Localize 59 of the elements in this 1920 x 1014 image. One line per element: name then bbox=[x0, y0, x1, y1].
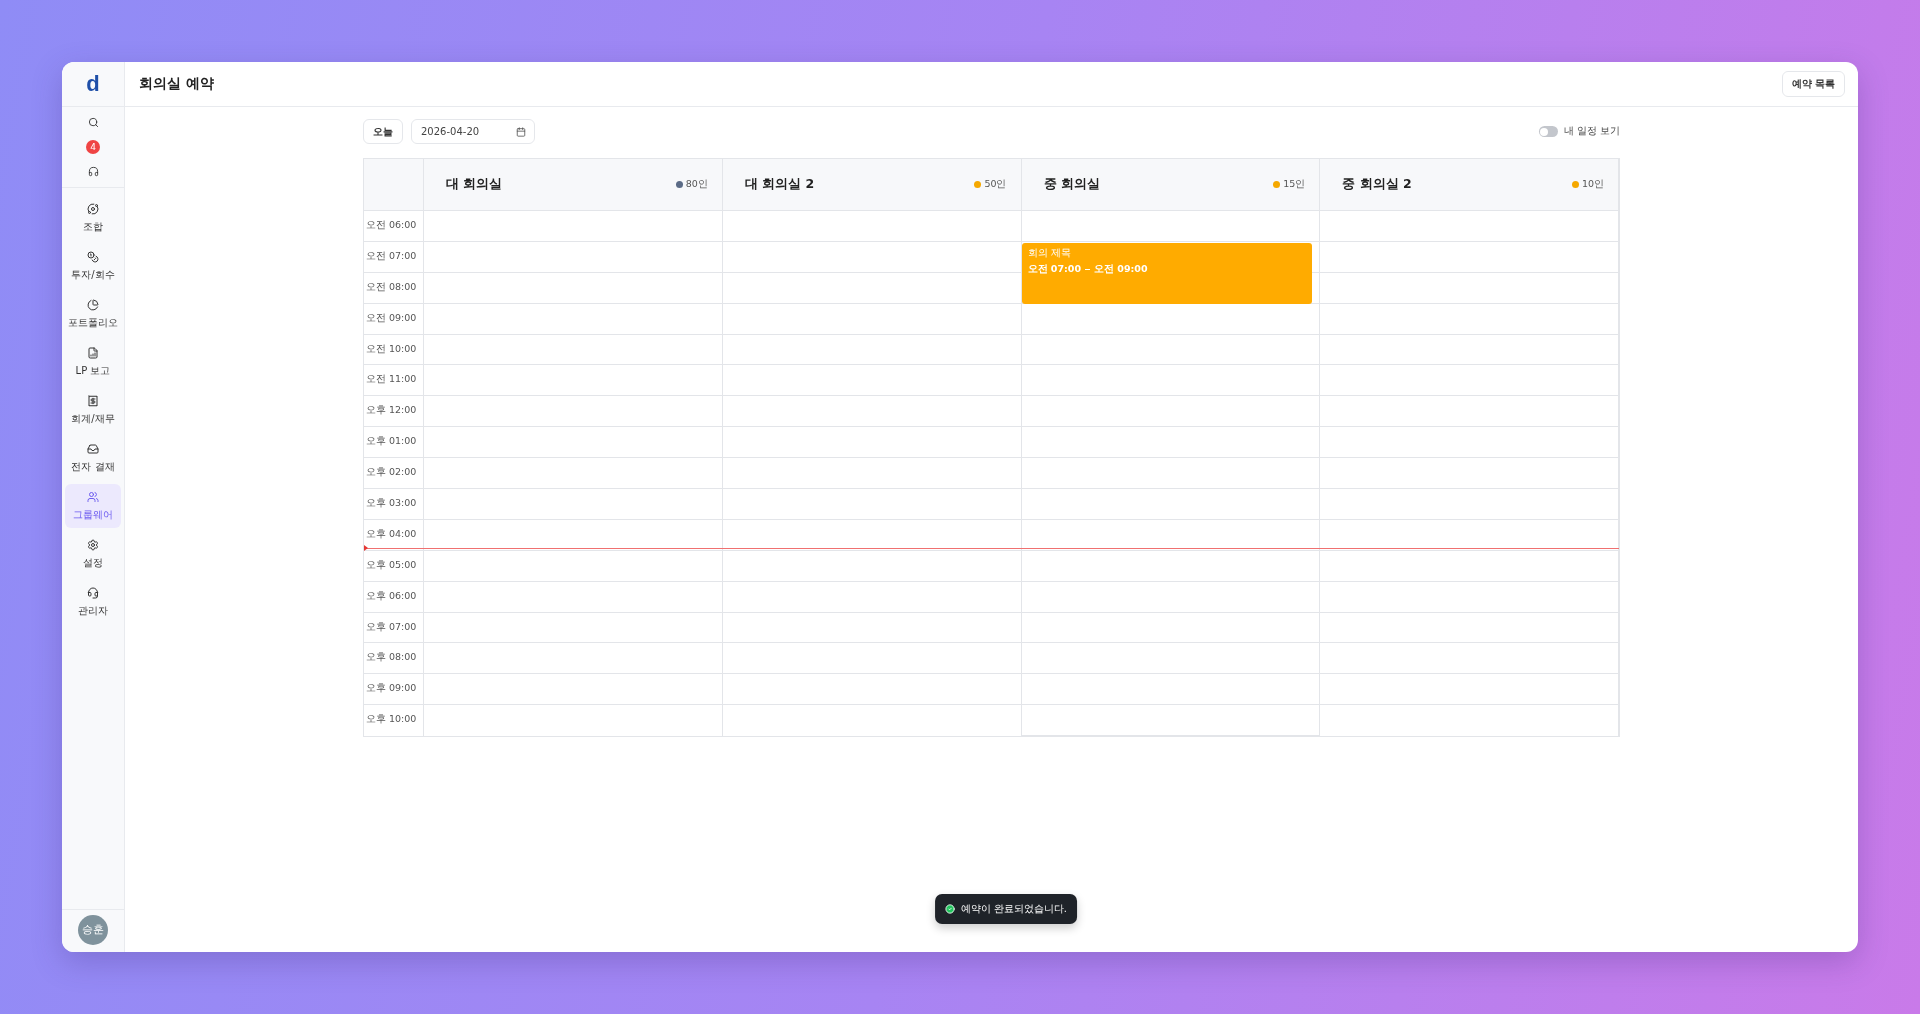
inbox-icon bbox=[87, 442, 99, 455]
time-label: 오전 06:00 bbox=[366, 219, 417, 230]
time-label: 오후 05:00 bbox=[366, 558, 417, 570]
nav-item[interactable]: 포트폴리오 bbox=[65, 292, 121, 336]
time-label: 오후 12:00 bbox=[366, 404, 417, 416]
room-name: 대 회의실 2 bbox=[744, 176, 815, 193]
nav-item[interactable]: 그룹웨어 bbox=[65, 484, 121, 528]
users-icon bbox=[87, 490, 99, 503]
capacity-text: 10인 bbox=[1581, 178, 1604, 191]
event-start-time: 오전 07:00 bbox=[1027, 262, 1082, 276]
reservation-list-button[interactable]: 예약 목록 bbox=[1781, 71, 1845, 97]
nav-item[interactable]: 관리자 bbox=[65, 580, 121, 624]
calendar-icon bbox=[516, 126, 526, 137]
today-button[interactable]: 오늘 bbox=[363, 119, 403, 144]
check-icon bbox=[944, 904, 955, 914]
nav-item[interactable]: 전자 결재 bbox=[65, 436, 121, 480]
pie-chart-icon bbox=[87, 298, 99, 311]
logo[interactable]: d bbox=[86, 71, 100, 97]
time-label: 오후 01:00 bbox=[366, 435, 417, 447]
nav-item[interactable]: 설정 bbox=[65, 532, 121, 576]
time-label: 오후 07:00 bbox=[366, 620, 417, 632]
toggle-switch[interactable] bbox=[1538, 126, 1558, 137]
room-name: 중 회의실 2 bbox=[1342, 176, 1412, 193]
coins-icon bbox=[87, 250, 99, 263]
time-label: 오후 03:00 bbox=[366, 497, 417, 508]
page-title: 회의실 예약 bbox=[139, 75, 214, 93]
search-icon[interactable] bbox=[87, 117, 99, 128]
nav-item[interactable]: 투자/회수 bbox=[65, 244, 121, 288]
capacity-text: 80인 bbox=[685, 178, 708, 191]
time-label: 오전 11:00 bbox=[366, 373, 417, 385]
orbit-icon bbox=[87, 202, 99, 215]
file-chart-icon bbox=[87, 346, 99, 359]
time-label: 오후 08:00 bbox=[366, 651, 417, 663]
receipt-icon bbox=[87, 394, 99, 407]
time-label: 오후 09:00 bbox=[366, 682, 417, 694]
time-label: 오후 04:00 bbox=[366, 527, 417, 539]
event-end-time: 오전 09:00 bbox=[1094, 262, 1148, 276]
time-label: 오후 06:00 bbox=[366, 589, 417, 601]
time-label: 오전 09:00 bbox=[366, 311, 417, 323]
capacity-text: 50인 bbox=[984, 178, 1007, 191]
toast: 예약이 완료되었습니다. bbox=[934, 894, 1077, 924]
toggle-label: 내 일정 보기 bbox=[1563, 125, 1620, 138]
headphones-icon[interactable] bbox=[87, 166, 99, 177]
time-label: 오후 02:00 bbox=[366, 466, 417, 478]
room-name: 대 회의실 bbox=[446, 176, 503, 193]
headset-icon bbox=[87, 586, 99, 599]
date-field[interactable]: 2026-04-20 bbox=[411, 119, 535, 144]
nav-item[interactable]: 조합 bbox=[65, 196, 121, 240]
nav-item[interactable]: 회계/재무 bbox=[65, 388, 121, 432]
time-label: 오전 07:00 bbox=[366, 249, 417, 261]
event-title: 회의 제목 bbox=[1027, 246, 1072, 260]
time-label: 오전 08:00 bbox=[366, 280, 417, 292]
notification-badge[interactable]: 4 bbox=[86, 140, 100, 154]
capacity-text: 15인 bbox=[1283, 178, 1306, 191]
time-label: 오후 10:00 bbox=[366, 713, 417, 725]
nav-item[interactable]: LP 보고 bbox=[65, 340, 121, 384]
room-name: 중 회의실 bbox=[1043, 176, 1100, 193]
settings-icon bbox=[87, 538, 99, 551]
time-label: 오전 10:00 bbox=[366, 342, 417, 354]
